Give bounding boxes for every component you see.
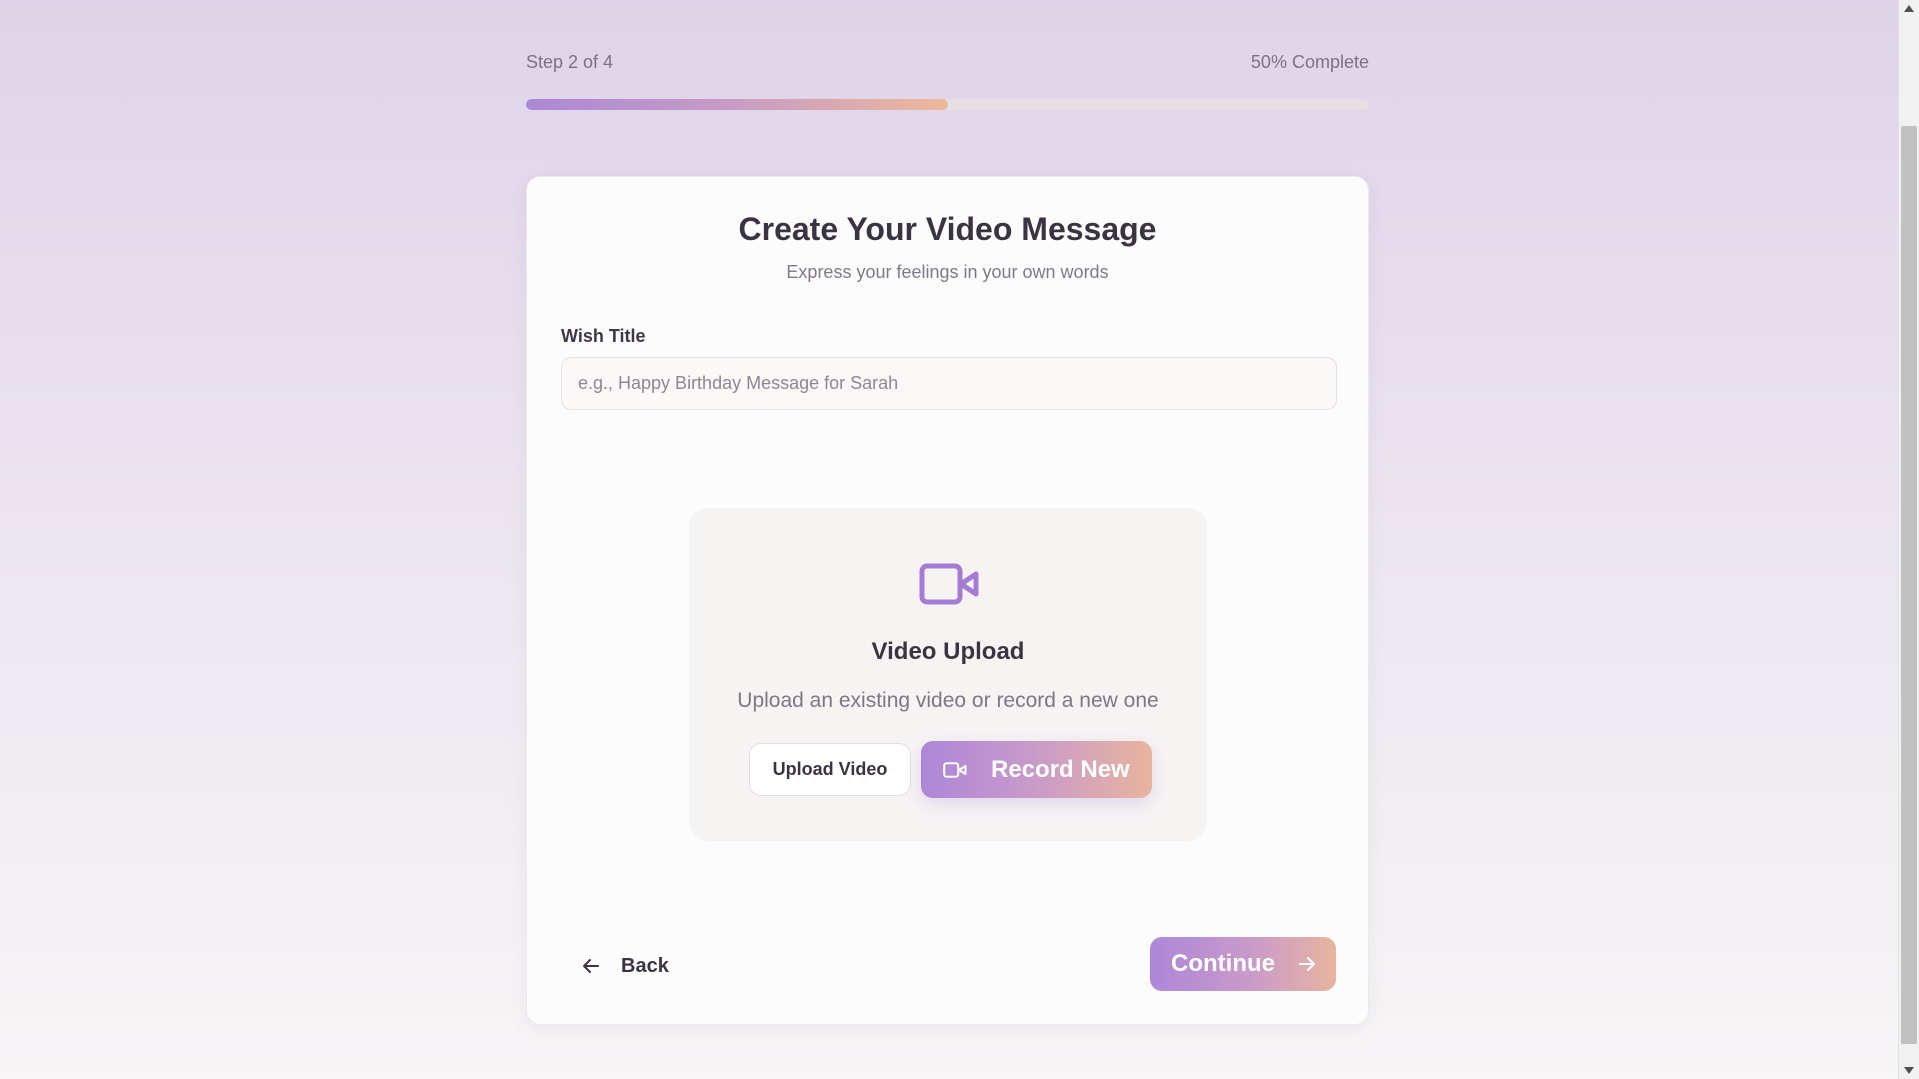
upload-video-label: Upload Video — [772, 759, 888, 779]
page: Step 2 of 4 50% Complete Create Your Vid… — [0, 0, 1898, 1079]
progress-header: Step 2 of 4 50% Complete — [526, 52, 1369, 73]
back-button[interactable]: Back — [581, 947, 669, 985]
progress-bar-fill — [526, 99, 948, 110]
video-upload-panel: Video Upload Upload an existing video or… — [689, 508, 1207, 841]
page-scrollbar[interactable] — [1898, 0, 1919, 1079]
wish-title-label: Wish Title — [561, 326, 646, 346]
video-message-card: Create Your Video Message Express your f… — [526, 176, 1369, 1025]
scroll-down-arrow-icon[interactable] — [1899, 1062, 1919, 1079]
continue-label: Continue — [1171, 950, 1275, 977]
step-indicator: Step 2 of 4 — [526, 52, 614, 72]
record-new-label: Record New — [991, 755, 1130, 783]
page-title: Create Your Video Message — [738, 211, 1157, 247]
upload-description: Upload an existing video or record a new… — [737, 689, 1159, 712]
arrow-right-icon — [1297, 954, 1317, 974]
page-subtitle: Express your feelings in your own words — [786, 262, 1109, 282]
back-label: Back — [621, 954, 669, 977]
progress-percent-label: 50% Complete — [1250, 52, 1369, 72]
continue-button[interactable]: Continue — [1150, 937, 1336, 991]
scroll-up-arrow-icon[interactable] — [1899, 0, 1919, 17]
arrow-left-icon — [581, 956, 601, 976]
progress-bar — [526, 99, 1369, 110]
wish-title-input[interactable] — [561, 357, 1337, 410]
video-camera-icon — [919, 563, 979, 605]
upload-video-button[interactable]: Upload Video — [749, 743, 911, 796]
upload-heading: Video Upload — [871, 638, 1025, 665]
record-new-button[interactable]: Record New — [921, 741, 1152, 798]
video-camera-icon — [943, 761, 967, 778]
scrollbar-thumb[interactable] — [1901, 126, 1917, 1044]
